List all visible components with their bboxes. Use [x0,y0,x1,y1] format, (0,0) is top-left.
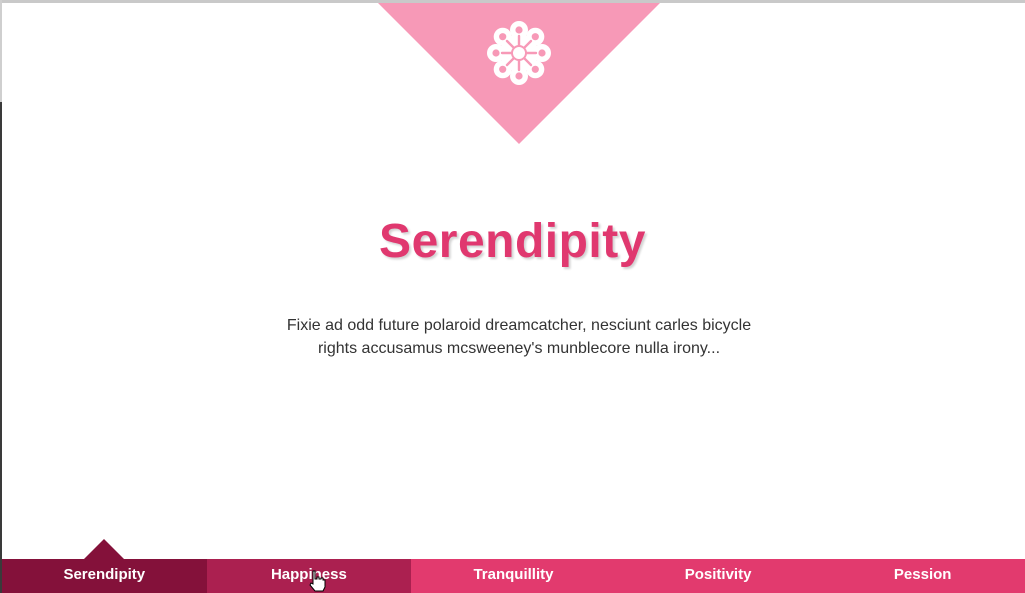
tab-pession[interactable]: Pession [820,559,1025,593]
hero-description-line-1: Fixie ad odd future polaroid dreamcatche… [286,317,752,334]
tab-label: Positivity [684,566,752,583]
left-border-dark [0,102,2,593]
hero-banner [378,3,660,144]
tab-bar: Serendipity Happiness Tranquillity Posit… [2,539,1025,593]
tab-happiness[interactable]: Happiness [206,559,412,593]
tab-label: Happiness [270,566,347,583]
flower-icon [487,21,551,85]
tab-label: Serendipity [63,566,146,583]
banner-triangle [378,3,660,144]
hero-description-line-2: rights accusamus mcsweeney's munblecore … [317,340,721,357]
hero-description: Fixie ad odd future polaroid dreamcatche… [262,314,776,360]
hero-title: Serendipity [379,215,646,268]
tab-label: Tranquillity [473,566,554,583]
page: Serendipity Fixie ad odd future polaroid… [0,0,1025,593]
active-tab-pointer [84,539,125,559]
tab-serendipity[interactable]: Serendipity [2,539,207,593]
tab-tranquillity[interactable]: Tranquillity [411,559,616,593]
tab-positivity[interactable]: Positivity [615,559,821,593]
tab-label: Pession [893,566,952,583]
